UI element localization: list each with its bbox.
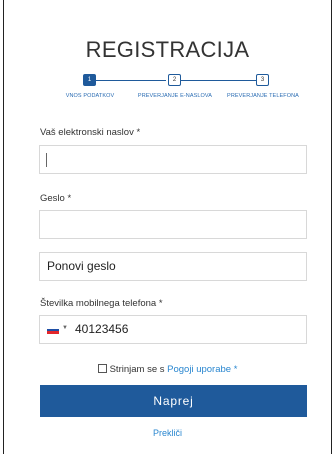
password-label: Geslo * <box>40 193 72 204</box>
terms-link[interactable]: Pogoji uporabe * <box>167 364 237 375</box>
registration-stepper: 1 2 3 VNOS PODATKOV PREVERJANJE E-NASLOV… <box>0 0 335 110</box>
repeat-password-field[interactable]: Ponovi geslo <box>39 252 307 281</box>
email-field[interactable] <box>39 145 307 174</box>
email-label: Vaš elektronski naslov * <box>40 127 141 138</box>
step-1-indicator: 1 <box>83 74 96 86</box>
password-field[interactable] <box>39 210 307 239</box>
step-3-label: PREVERJANJE TELEFONA <box>227 93 299 99</box>
chevron-down-icon[interactable]: ▼ <box>62 325 68 331</box>
terms-checkbox[interactable] <box>97 364 107 373</box>
step-3-indicator: 3 <box>256 74 269 86</box>
slovenia-flag-icon[interactable] <box>47 326 59 334</box>
phone-field[interactable]: ▼ 40123456 <box>39 315 307 344</box>
repeat-password-placeholder: Ponovi geslo <box>47 259 116 273</box>
stepper-line-2-3 <box>181 80 256 81</box>
step-2-indicator: 2 <box>168 74 181 86</box>
text-caret <box>46 153 47 167</box>
phone-label: Številka mobilnega telefona * <box>40 298 163 309</box>
stepper-line-1-2 <box>96 80 166 81</box>
step-1-label: VNOS PODATKOV <box>65 93 115 99</box>
terms-row: Strinjam se s Pogoji uporabe * <box>0 364 335 375</box>
terms-text: Strinjam se s <box>109 364 165 375</box>
step-2-label: PREVERJANJE E-NASLOVA <box>137 93 213 99</box>
next-button[interactable]: Naprej <box>40 385 307 417</box>
cancel-link[interactable]: Prekliči <box>0 428 335 438</box>
phone-number-value: 40123456 <box>75 322 129 336</box>
